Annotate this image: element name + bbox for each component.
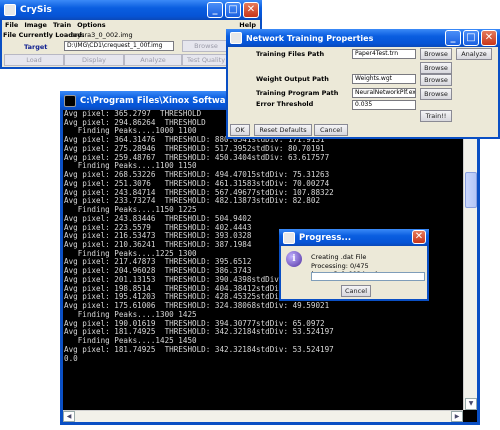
- target-path-field[interactable]: D:\IMG\CD1\crequest_1_00f.img: [64, 41, 174, 51]
- info-icon: i: [286, 251, 302, 267]
- target-label: Target: [24, 43, 48, 51]
- ok-button[interactable]: OK: [230, 124, 250, 136]
- error-threshold-field[interactable]: 0.035: [352, 100, 416, 110]
- console-line: 0.0: [64, 353, 78, 363]
- training-program-browse-button[interactable]: Browse: [420, 88, 452, 100]
- ntp-close-icon[interactable]: ✕: [481, 30, 497, 46]
- training-program-field[interactable]: NeuralNetworkPlf.exe: [352, 88, 416, 98]
- menu-file[interactable]: File: [5, 20, 18, 30]
- menu-options[interactable]: Options: [77, 20, 105, 30]
- minimize-icon[interactable]: _: [207, 2, 223, 18]
- loaded-file: crysra3_0_002.img: [71, 31, 133, 39]
- train-button[interactable]: Train!!: [420, 110, 452, 122]
- console-icon: [64, 94, 76, 107]
- scrollbar-thumb[interactable]: [465, 172, 477, 208]
- ntp-title: Network Training Properties: [246, 33, 374, 43]
- training-program-label: Training Program Path: [256, 89, 339, 97]
- crysis-title-bar[interactable]: CrySis _ □ ✕: [0, 0, 262, 20]
- horizontal-scrollbar[interactable]: ◀ ▶: [63, 410, 463, 422]
- vertical-scrollbar[interactable]: ▲ ▼: [463, 110, 477, 410]
- network-training-dialog: Network Training Properties _ □ ✕ Traini…: [226, 29, 500, 139]
- progress-close-icon[interactable]: ✕: [412, 230, 426, 244]
- progress-app-icon: [283, 231, 295, 244]
- crysis-window: CrySis _ □ ✕ File Image Train Options He…: [0, 0, 262, 69]
- target-browse-button[interactable]: Browse: [182, 40, 230, 52]
- progress-status-line: Creating .dat File: [311, 253, 367, 261]
- error-threshold-label: Error Threshold: [256, 100, 314, 108]
- display-button[interactable]: Display: [64, 54, 124, 66]
- ntp-title-bar[interactable]: Network Training Properties _ □ ✕: [226, 29, 500, 47]
- ntp-minimize-icon[interactable]: _: [445, 30, 461, 46]
- progress-dialog: Progress... ✕ i Creating .dat File Proce…: [279, 229, 429, 301]
- scroll-down-icon[interactable]: ▼: [465, 398, 477, 410]
- weight-output-browse-button[interactable]: Browse: [420, 74, 452, 86]
- browse-button-2[interactable]: Browse: [420, 62, 452, 74]
- test-quality-button[interactable]: Test Quality: [182, 54, 230, 66]
- console-title: C:\Program Files\Xinox Software\JC: [80, 95, 248, 106]
- progress-cancel-button[interactable]: Cancel: [341, 285, 371, 297]
- menu-bar: File Image Train Options Help: [2, 20, 260, 30]
- app-icon: [4, 4, 16, 16]
- reset-defaults-button[interactable]: Reset Defaults: [254, 124, 312, 136]
- weight-output-label: Weight Output Path: [256, 75, 329, 83]
- training-files-browse-button[interactable]: Browse: [420, 48, 452, 60]
- scroll-left-icon[interactable]: ◀: [63, 411, 75, 422]
- ntp-cancel-button[interactable]: Cancel: [314, 124, 348, 136]
- training-files-field[interactable]: Paper4Test.trn: [352, 49, 416, 59]
- ntp-maximize-icon[interactable]: □: [463, 30, 479, 46]
- ntp-analyze-button[interactable]: Analyze: [456, 48, 492, 60]
- load-button[interactable]: Load: [4, 54, 64, 66]
- weight-output-field[interactable]: Weights.wgt: [352, 74, 416, 84]
- progress-title: Progress...: [299, 232, 352, 243]
- scroll-right-icon[interactable]: ▶: [451, 411, 463, 422]
- analyze-button[interactable]: Analyze: [124, 54, 182, 66]
- ntp-app-icon: [230, 32, 242, 44]
- training-files-label: Training Files Path: [256, 50, 325, 58]
- maximize-icon[interactable]: □: [225, 2, 241, 18]
- progress-title-bar[interactable]: Progress... ✕: [279, 229, 429, 246]
- close-icon[interactable]: ✕: [243, 2, 259, 18]
- menu-image[interactable]: Image: [24, 20, 47, 30]
- menu-train[interactable]: Train: [53, 20, 71, 30]
- console-line: Avg pixel: 181.74925 THRESHOLD: 342.3218…: [64, 344, 334, 354]
- crysis-title: CrySis: [20, 5, 52, 15]
- progress-bar: [311, 272, 425, 281]
